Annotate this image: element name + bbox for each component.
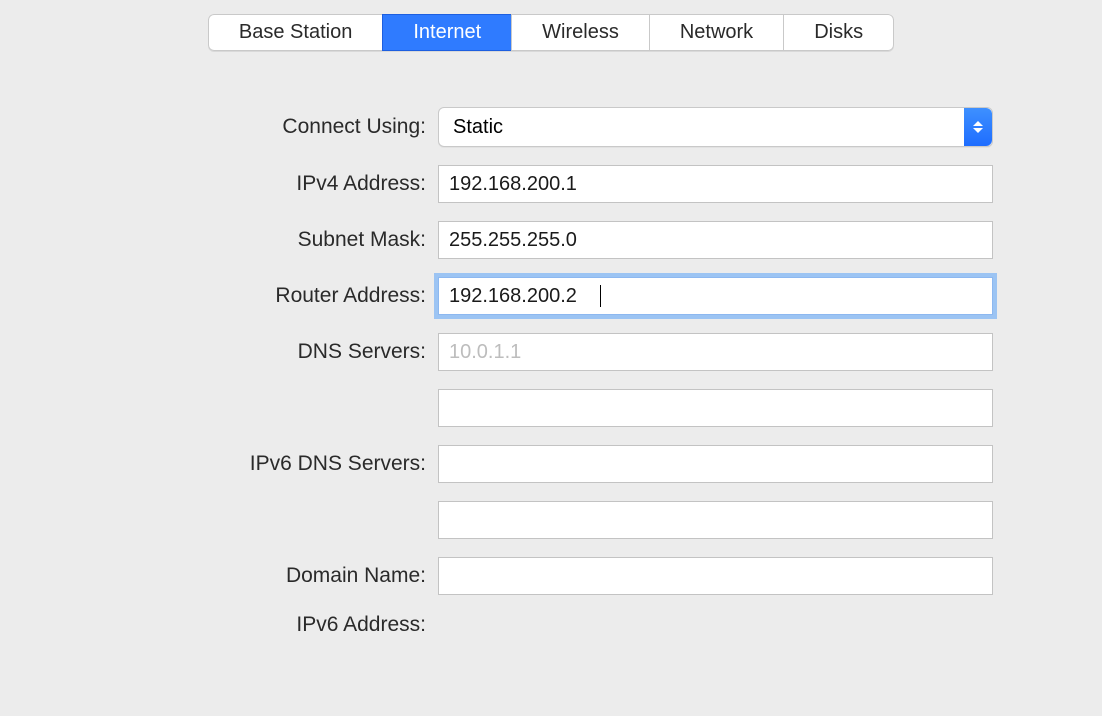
row-connect-using: Connect Using: Static bbox=[20, 107, 1082, 147]
label-ipv6-dns-servers: IPv6 DNS Servers: bbox=[20, 452, 438, 476]
subnet-mask-field[interactable] bbox=[438, 221, 993, 259]
ipv6-dns-server-2-field[interactable] bbox=[438, 501, 993, 539]
row-dns-servers-2 bbox=[20, 389, 1082, 427]
row-ipv6-address: IPv6 Address: bbox=[20, 613, 1082, 637]
row-domain-name: Domain Name: bbox=[20, 557, 1082, 595]
ipv6-dns-server-1-field[interactable] bbox=[438, 445, 993, 483]
connect-using-select[interactable]: Static bbox=[438, 107, 993, 147]
row-router-address: Router Address: bbox=[20, 277, 1082, 315]
label-router-address: Router Address: bbox=[20, 284, 438, 308]
label-ipv4-address: IPv4 Address: bbox=[20, 172, 438, 196]
tab-internet[interactable]: Internet bbox=[382, 14, 511, 51]
tab-wireless[interactable]: Wireless bbox=[511, 14, 649, 51]
tab-disks[interactable]: Disks bbox=[783, 14, 894, 51]
text-cursor-icon bbox=[600, 285, 601, 307]
ipv4-address-field[interactable] bbox=[438, 165, 993, 203]
tab-bar: Base Station Internet Wireless Network D… bbox=[0, 0, 1102, 51]
connect-using-value: Static bbox=[453, 116, 503, 139]
label-ipv6-address: IPv6 Address: bbox=[20, 613, 438, 637]
router-address-field[interactable] bbox=[438, 277, 993, 315]
row-subnet-mask: Subnet Mask: bbox=[20, 221, 1082, 259]
label-domain-name: Domain Name: bbox=[20, 564, 438, 588]
dns-server-1-field[interactable] bbox=[438, 333, 993, 371]
label-connect-using: Connect Using: bbox=[20, 115, 438, 139]
label-subnet-mask: Subnet Mask: bbox=[20, 228, 438, 252]
tab-group: Base Station Internet Wireless Network D… bbox=[208, 14, 894, 51]
row-ipv6-dns-servers-2 bbox=[20, 501, 1082, 539]
tab-network[interactable]: Network bbox=[649, 14, 783, 51]
tab-base-station[interactable]: Base Station bbox=[208, 14, 382, 51]
row-ipv4-address: IPv4 Address: bbox=[20, 165, 1082, 203]
domain-name-field[interactable] bbox=[438, 557, 993, 595]
dns-server-2-field[interactable] bbox=[438, 389, 993, 427]
label-dns-servers: DNS Servers: bbox=[20, 340, 438, 364]
internet-form: Connect Using: Static IPv4 Address: Subn… bbox=[0, 107, 1102, 637]
chevron-up-down-icon bbox=[964, 108, 992, 146]
row-ipv6-dns-servers: IPv6 DNS Servers: bbox=[20, 445, 1082, 483]
row-dns-servers: DNS Servers: bbox=[20, 333, 1082, 371]
